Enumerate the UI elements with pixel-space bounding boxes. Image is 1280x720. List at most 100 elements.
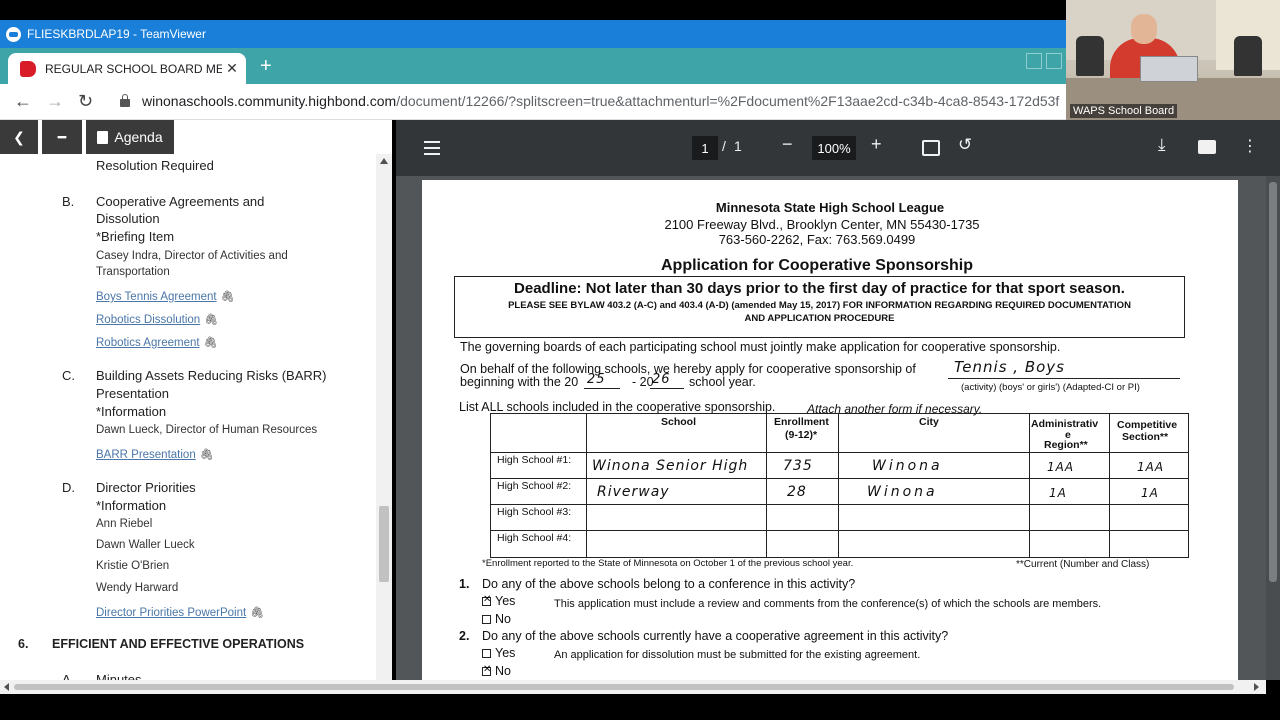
horizontal-scrollbar[interactable] (0, 680, 1266, 694)
fit-page-icon[interactable] (922, 140, 940, 156)
scroll-up-icon[interactable] (380, 158, 388, 164)
agenda-list: Resolution Required B. Cooperative Agree… (0, 154, 376, 680)
school-year-text: school year. (689, 375, 756, 389)
new-tab-button[interactable]: + (260, 55, 272, 78)
zoom-level-input[interactable]: 100% (812, 136, 856, 160)
total-pages: 1 (734, 138, 742, 154)
browser-tab-strip: REGULAR SCHOOL BOARD MEETI ✕ + (0, 48, 1066, 84)
q1-text: Do any of the above schools belong to a … (482, 577, 856, 591)
item-c-title-line1[interactable]: Building Assets Reducing Risks (BARR) (96, 368, 326, 383)
more-actions-icon[interactable]: ⋮ (1242, 136, 1258, 156)
page-number-input[interactable]: 1 (692, 136, 718, 160)
r1-admin-handwritten: 1AA (1047, 460, 1075, 474)
zoom-in-button[interactable]: + (871, 134, 882, 155)
doc-phone: 763-560-2262, Fax: 763.569.0499 (718, 232, 916, 247)
forward-arrow-icon[interactable]: → (46, 91, 64, 112)
paperclip-icon: 🖇 (203, 337, 218, 349)
q1-yes-checkbox: ✕ (482, 594, 492, 606)
minus-icon: ━ (57, 128, 67, 145)
attachment-link[interactable]: Boys Tennis Agreement 🖇 (96, 288, 235, 303)
agenda-scrollbar[interactable] (376, 154, 392, 680)
screen: FLIESKBRDLAP19 - TeamViewer REGULAR SCHO… (0, 0, 1280, 720)
governing-text: The governing boards of each participati… (460, 340, 1061, 354)
barr-presentation-link[interactable]: BARR Presentation (96, 449, 196, 461)
q2-no-option: ✕ No (482, 664, 511, 678)
rotate-icon[interactable]: ↺ (958, 135, 972, 155)
beginning-text: beginning with the 20 (460, 375, 579, 389)
attachment-link[interactable]: Director Priorities PowerPoint 🖇 (96, 604, 264, 619)
url-path: /document/12266/?splitscreen=true&attach… (396, 93, 1060, 109)
check-mark-icon: ✕ (483, 594, 492, 605)
menu-icon[interactable] (424, 141, 440, 159)
horizontal-scroll-thumb[interactable] (14, 684, 1234, 690)
scroll-left-icon[interactable] (4, 683, 9, 691)
browser-tab[interactable]: REGULAR SCHOOL BOARD MEETI ✕ (8, 53, 246, 84)
enrollment-note: *Enrollment reported to the State of Min… (482, 558, 854, 569)
robotics-dissolution-link[interactable]: Robotics Dissolution (96, 314, 200, 326)
q2-number: 2. (459, 629, 470, 643)
pdf-toolbar: 1 / 1 − 100% + ↺ ⤓ ⋮ (396, 120, 1280, 176)
item-c-title-line2[interactable]: Presentation (96, 386, 169, 401)
teamviewer-fullscreen-icon[interactable] (1046, 53, 1062, 69)
bylaw-text-line2: AND APPLICATION PROCEDURE (744, 313, 895, 324)
item-d-person: Kristie O'Brien (96, 560, 170, 572)
reload-icon[interactable]: ↻ (78, 91, 93, 112)
q2-no-checkbox: ✕ (482, 664, 491, 676)
paperclip-icon: 🖇 (199, 449, 214, 461)
teamviewer-grid-icon[interactable] (1026, 53, 1042, 69)
teamviewer-logo-icon (6, 26, 21, 42)
webcam-label: WAPS School Board (1070, 104, 1178, 118)
item-b-presenter-line2: Transportation (96, 266, 170, 278)
col-enrollment-header-line1: Enrollment (774, 416, 829, 428)
address-bar[interactable]: winonaschools.community.highbond.com/doc… (120, 93, 1059, 109)
item-a-title[interactable]: Minutes (96, 672, 142, 680)
attachment-link[interactable]: Robotics Agreement 🖇 (96, 334, 218, 349)
back-arrow-icon[interactable]: ← (14, 91, 32, 112)
col-enrollment-header-line2: (9-12)* (785, 429, 818, 441)
r1-city-handwritten: Winona (872, 458, 943, 474)
boys-tennis-agreement-link[interactable]: Boys Tennis Agreement (96, 291, 217, 303)
doc-address: 2100 Freeway Blvd., Brooklyn Center, MN … (664, 217, 980, 232)
year-end-handwritten: 26 (652, 372, 671, 387)
item-b-title-line1[interactable]: Cooperative Agreements and (96, 194, 264, 209)
scroll-right-icon[interactable] (1254, 683, 1259, 691)
doc-title: Application for Cooperative Sponsorship (660, 257, 974, 274)
r1-school-handwritten: Winona Senior High (592, 458, 749, 474)
robotics-agreement-link[interactable]: Robotics Agreement (96, 337, 200, 349)
item-b-presenter-line1: Casey Indra, Director of Activities and (96, 250, 288, 262)
activity-handwritten: Tennis , Boys (954, 358, 1065, 376)
agenda-button[interactable]: Agenda (86, 120, 174, 154)
q2-yes-option: Yes (482, 646, 515, 660)
webcam-video: WAPS School Board (1066, 0, 1280, 120)
r2-admin-handwritten: 1A (1049, 486, 1067, 500)
tab-close-icon[interactable]: ✕ (222, 60, 242, 77)
pdf-scroll-thumb[interactable] (1269, 182, 1277, 582)
section-title[interactable]: EFFICIENT AND EFFECTIVE OPERATIONS (52, 637, 304, 651)
paperclip-icon: 🖇 (204, 314, 219, 326)
print-icon[interactable] (1198, 140, 1216, 154)
item-b-title-line2[interactable]: Dissolution (96, 211, 160, 226)
col-school-header: School (661, 416, 697, 428)
section-number: 6. (18, 637, 29, 651)
zoom-out-button[interactable]: − (782, 134, 793, 155)
q1-number: 1. (459, 577, 470, 591)
pdf-scrollbar[interactable] (1266, 176, 1280, 680)
director-priorities-powerpoint-link[interactable]: Director Priorities PowerPoint (96, 607, 246, 619)
q1-yes-option: ✕ Yes (482, 594, 515, 608)
q2-yes-label: Yes (495, 646, 516, 660)
pdf-viewer: 1 / 1 − 100% + ↺ ⤓ ⋮ Minnesota State Hig… (396, 120, 1280, 680)
minimize-button[interactable]: ━ (42, 120, 82, 154)
agenda-scroll-thumb[interactable] (379, 506, 389, 582)
row-label: High School #4: (497, 532, 572, 544)
collapse-left-button[interactable]: ❮ (0, 120, 38, 154)
attachment-link[interactable]: BARR Presentation 🖇 (96, 446, 214, 461)
item-c-letter: C. (62, 368, 75, 383)
item-b-letter: B. (62, 194, 75, 209)
item-d-title[interactable]: Director Priorities (96, 480, 196, 495)
row-label: High School #1: (497, 454, 572, 466)
download-icon[interactable]: ⤓ (1158, 135, 1166, 155)
attachment-link[interactable]: Robotics Dissolution 🖇 (96, 311, 218, 326)
deadline-text: Deadline: Not later than 30 days prior t… (514, 280, 1125, 297)
row-label: High School #3: (497, 506, 572, 518)
item-a-letter: A. (62, 672, 75, 680)
